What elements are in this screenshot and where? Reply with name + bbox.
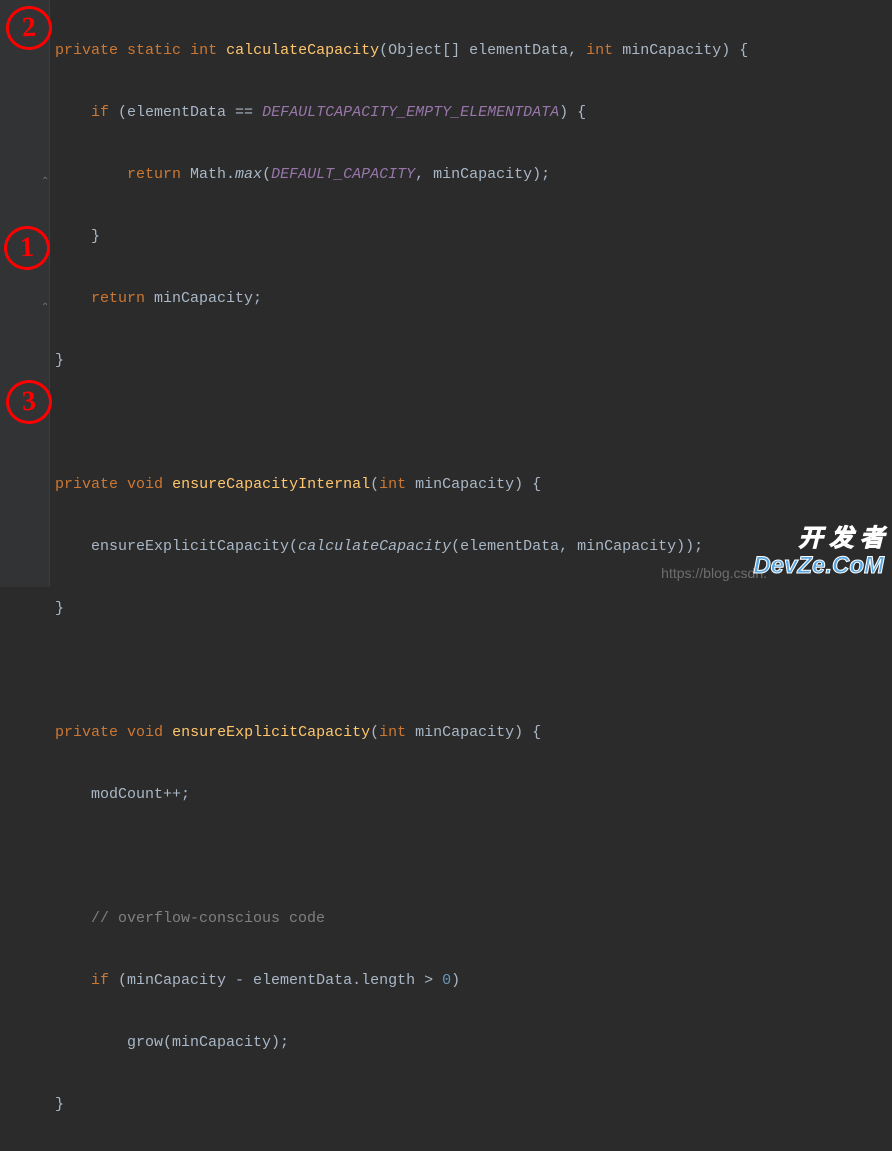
code-line: if (elementData == DEFAULTCAPACITY_EMPTY… <box>55 97 748 128</box>
code-line: } <box>55 345 748 376</box>
watermark-url: https://blog.csdn. <box>661 565 767 581</box>
fold-end-icon[interactable]: ⌃ <box>41 176 49 188</box>
code-line: } <box>55 221 748 252</box>
code-line: } <box>55 1089 748 1120</box>
code-line: } <box>55 593 748 624</box>
code-line: ensureExplicitCapacity(calculateCapacity… <box>55 531 748 562</box>
code-line: return minCapacity; <box>55 283 748 314</box>
fold-end-icon[interactable]: ⌃ <box>41 302 49 314</box>
code-line <box>55 407 748 438</box>
code-line: if (minCapacity - elementData.length > 0… <box>55 965 748 996</box>
code-line <box>55 655 748 686</box>
editor-gutter: ⌃ ⌃ <box>0 0 50 587</box>
watermark-logo: 开 发 者 DevZe.CoM <box>753 526 884 579</box>
code-line: grow(minCapacity); <box>55 1027 748 1058</box>
code-line: private static int calculateCapacity(Obj… <box>55 35 748 66</box>
code-line: private void ensureCapacityInternal(int … <box>55 469 748 500</box>
code-line: private void ensureExplicitCapacity(int … <box>55 717 748 748</box>
code-line <box>55 841 748 872</box>
code-line: return Math.max(DEFAULT_CAPACITY, minCap… <box>55 159 748 190</box>
code-editor-content[interactable]: private static int calculateCapacity(Obj… <box>55 4 748 1151</box>
code-line: // overflow-conscious code <box>55 903 748 934</box>
code-line: modCount++; <box>55 779 748 810</box>
